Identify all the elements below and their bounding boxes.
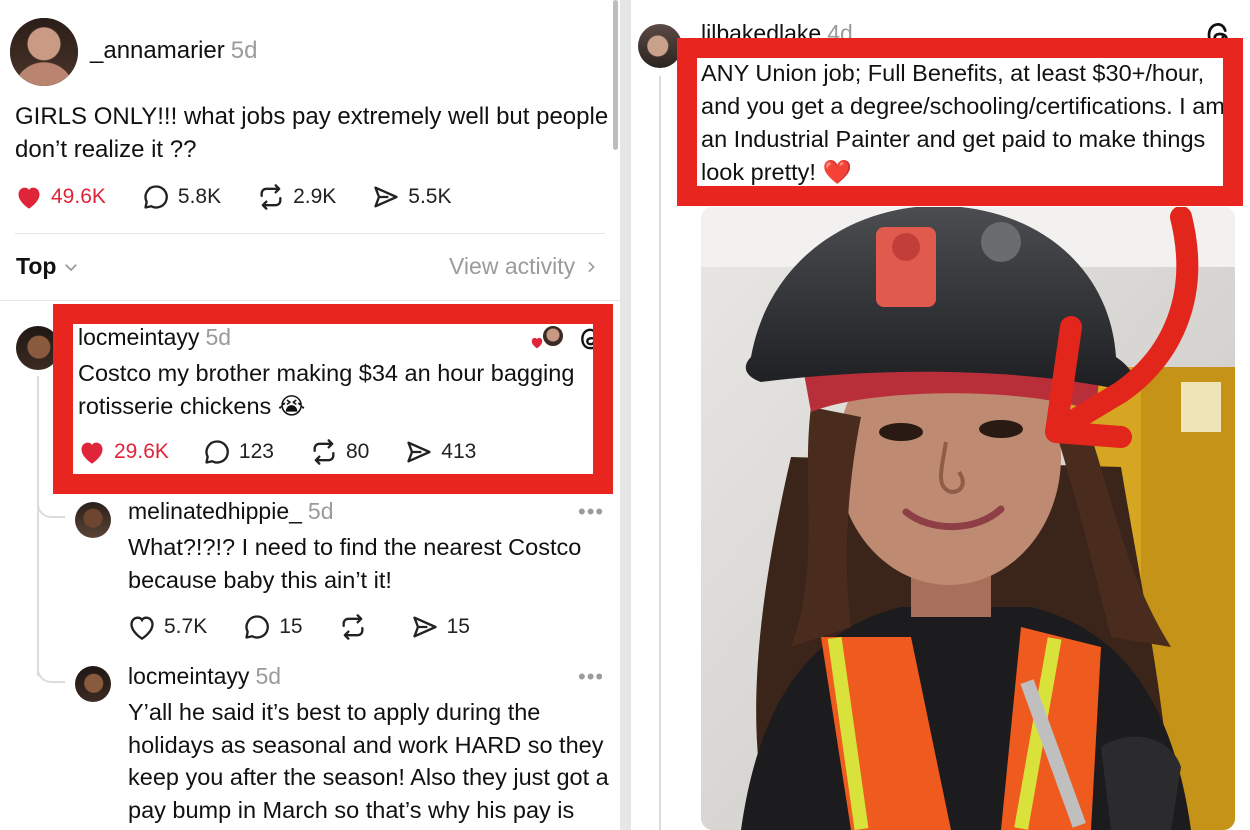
thread-line (37, 376, 39, 676)
op-post-text: GIRLS ONLY!!! what jobs pay extremely we… (15, 103, 609, 163)
highlight-box (53, 304, 613, 494)
thread-line (659, 76, 661, 830)
reply-button[interactable]: 5.8K (142, 183, 221, 211)
share-count: 5.5K (408, 185, 452, 208)
share-count: 15 (446, 615, 470, 638)
share-icon (374, 186, 398, 208)
reply-text: Y’all he said it’s best to apply during … (128, 699, 609, 823)
more-icon[interactable]: ••• (578, 664, 604, 690)
username-text[interactable]: melinatedhippie_ (128, 498, 302, 524)
scrollbar[interactable] (613, 0, 618, 150)
like-count: 5.7K (164, 615, 208, 638)
repost-count: 2.9K (293, 185, 337, 208)
view-activity-label: View activity (449, 253, 576, 279)
chevron-right-icon (588, 261, 595, 272)
post-photo[interactable] (701, 207, 1235, 830)
repost-icon (260, 184, 282, 210)
op-username[interactable]: _annamarier 5d (90, 37, 257, 65)
post-time: 5d (307, 498, 334, 524)
username-text[interactable]: _annamarier (90, 37, 225, 64)
reply-text: What?!?!? I need to find the nearest Cos… (128, 534, 582, 593)
photo-illustration (701, 207, 1235, 830)
divider (15, 233, 605, 234)
sort-dropdown[interactable]: Top (16, 253, 80, 280)
avatar[interactable] (638, 24, 682, 68)
divider (0, 300, 620, 301)
repost-button[interactable]: 2.9K (257, 183, 336, 211)
avatar[interactable] (75, 502, 111, 538)
op-actions: 49.6K 5.8K 2.9K 5.5K (15, 183, 488, 211)
reply-count: 5.8K (177, 185, 222, 208)
reply-count: 15 (279, 615, 303, 638)
avatar[interactable] (75, 666, 111, 702)
heart-icon (130, 616, 154, 640)
thread-connector (37, 655, 65, 683)
like-count: 49.6K (51, 185, 106, 208)
comment-icon (144, 185, 168, 209)
username-text[interactable]: locmeintayy (128, 663, 249, 689)
highlight-box (677, 38, 1243, 206)
view-activity-link[interactable]: View activity (449, 253, 599, 280)
more-icon[interactable]: ••• (578, 499, 604, 525)
reply-username[interactable]: melinatedhippie_ 5d (128, 498, 334, 525)
share-button[interactable]: 15 (411, 613, 470, 641)
left-screenshot: _annamarier 5d GIRLS ONLY!!! what jobs pa… (0, 0, 620, 830)
reply-button[interactable]: 15 (243, 613, 303, 641)
reply-username[interactable]: locmeintayy 5d (128, 663, 281, 690)
repost-icon (342, 614, 364, 640)
thread-connector (37, 490, 65, 518)
avatar[interactable] (10, 18, 78, 86)
share-button[interactable]: 5.5K (372, 183, 452, 211)
repost-button[interactable] (339, 613, 375, 641)
like-button[interactable]: 49.6K (15, 184, 106, 210)
like-button[interactable]: 5.7K (128, 614, 207, 640)
share-icon (412, 616, 437, 638)
post-time: 5d (255, 663, 282, 689)
heart-icon (18, 187, 40, 209)
post-time: 5d (230, 37, 258, 64)
chevron-down-icon (65, 263, 78, 271)
sort-label: Top (16, 253, 57, 279)
reply-actions: 5.7K 15 15 (128, 613, 506, 641)
panel-divider (620, 0, 631, 830)
comment-icon (245, 615, 270, 639)
